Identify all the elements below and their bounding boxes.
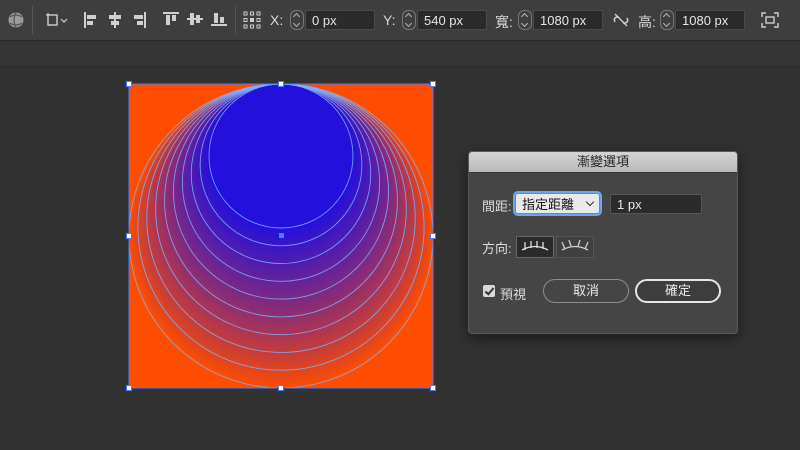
align-hcenter-icon[interactable] [108,12,122,28]
spacing-select-value: 指定距離 [522,197,575,212]
transform-shape-icon[interactable] [45,12,69,28]
constrain-link-icon[interactable] [613,13,629,27]
y-stepper[interactable] [402,10,416,30]
y-label: Y: [383,12,396,28]
blend-artwork[interactable] [120,76,450,396]
x-field[interactable]: 0 px [305,10,375,30]
dialog-title[interactable]: 漸變選項 [469,152,737,173]
handle-top-left[interactable] [126,81,132,87]
chevron-down-icon [585,197,595,207]
blend-fill-step [209,84,353,228]
orientation-label: 方向: [482,241,512,256]
handle-bottom-right[interactable] [430,385,436,391]
center-point[interactable] [279,233,284,238]
handle-top-right[interactable] [430,81,436,87]
spacing-label: 間距: [482,199,512,214]
align-right-icon[interactable] [132,12,146,28]
transform-icon[interactable] [761,12,779,28]
width-field[interactable]: 1080 px [533,10,603,30]
align-bottom-icon[interactable] [211,12,227,26]
handle-middle-left[interactable] [126,233,132,239]
handle-top-center[interactable] [278,81,284,87]
handle-bottom-center[interactable] [278,385,284,391]
height-field[interactable]: 1080 px [675,10,745,30]
width-label: 寬: [495,14,513,30]
control-bar: X: 0 px Y: 540 px 寬: 1080 px 高: 1080 px [0,0,800,41]
spacing-select[interactable]: 指定距離 [515,193,600,214]
handle-bottom-left[interactable] [126,385,132,391]
ok-button[interactable]: 確定 [635,279,721,303]
reference-point-icon[interactable] [243,11,261,29]
x-label: X: [270,12,284,28]
height-stepper[interactable] [660,10,674,30]
y-field[interactable]: 540 px [417,10,487,30]
globe-icon[interactable] [7,11,25,29]
align-to-path-button[interactable] [556,236,594,258]
separator [235,6,236,34]
width-stepper[interactable] [518,10,532,30]
x-stepper[interactable] [290,10,304,30]
align-top-icon[interactable] [163,12,179,26]
preview-checkbox[interactable] [483,285,495,297]
spacing-distance-field[interactable]: 1 px [610,194,702,214]
align-to-path-icon [561,239,589,251]
separator [32,6,33,34]
align-vcenter-icon[interactable] [187,12,203,26]
height-label: 高: [638,14,656,30]
preview-label: 預視 [500,287,527,302]
blend-options-dialog: 漸變選項 間距: 指定距離 1 px 方向: 預視 取消 確定 [468,151,738,334]
align-to-page-icon [521,241,549,251]
align-left-icon[interactable] [84,12,98,28]
handle-middle-right[interactable] [430,233,436,239]
document-tab-bar [0,41,800,67]
align-to-page-button[interactable] [516,236,554,258]
cancel-button[interactable]: 取消 [543,279,629,303]
